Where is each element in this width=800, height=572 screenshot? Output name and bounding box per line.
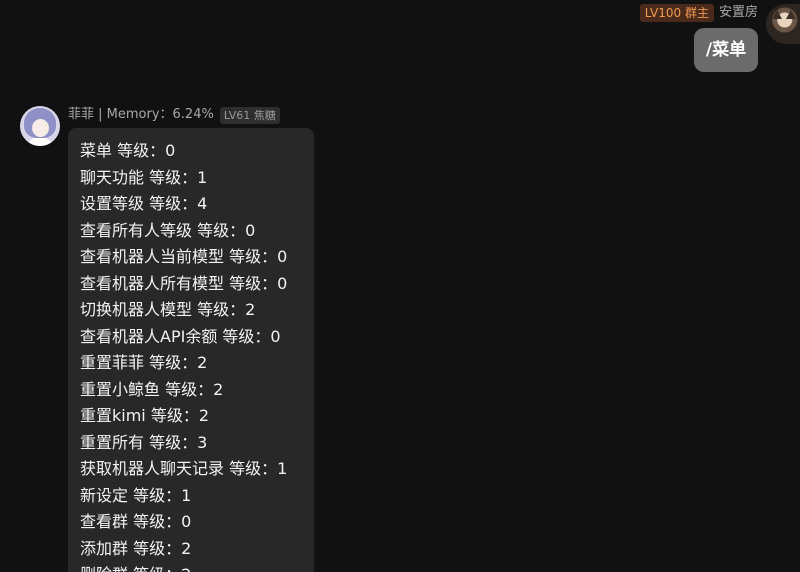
menu-line: 重置小鲸鱼 等级：2 bbox=[80, 379, 224, 399]
avatar-face-shape bbox=[32, 119, 49, 137]
avatar-ear-shape bbox=[786, 10, 796, 19]
incoming-level-badge: LV61 焦糖 bbox=[219, 106, 280, 124]
incoming-avatar[interactable] bbox=[20, 106, 60, 146]
menu-line: 获取机器人聊天记录 等级：1 bbox=[80, 459, 288, 478]
outgoing-bubble[interactable]: /菜单 bbox=[694, 28, 758, 72]
outgoing-avatar[interactable] bbox=[766, 4, 800, 44]
menu-line: 新设定 等级：1 bbox=[80, 485, 192, 505]
menu-line: 添加群 等级：2 bbox=[80, 538, 192, 558]
menu-line: 重置菲菲 等级：2 bbox=[80, 353, 208, 372]
menu-line: 查看机器人当前模型 等级：0 bbox=[80, 247, 288, 266]
outgoing-sender-name[interactable]: 安置房 bbox=[719, 4, 758, 22]
chat-window: LV100 群主 安置房 /菜单 菲菲 | Memory：6.24% LV61 … bbox=[0, 0, 800, 572]
menu-line: 重置kimi 等级：2 bbox=[80, 406, 210, 425]
menu-line: 设置等级 等级：4 bbox=[80, 194, 208, 213]
menu-line: 切换机器人模型 等级：2 bbox=[80, 300, 256, 319]
menu-line: 查看机器人API余额 等级：0 bbox=[80, 326, 281, 346]
incoming-bubble[interactable]: 菜单 等级：0 聊天功能 等级：1 设置等级 等级：4 查看所有人等级 等级：0… bbox=[68, 128, 314, 572]
avatar-body-shape bbox=[28, 138, 52, 146]
menu-line: 查看所有人等级 等级：0 bbox=[80, 220, 256, 240]
outgoing-header: LV100 群主 安置房 bbox=[639, 4, 758, 22]
menu-line: 重置所有 等级：3 bbox=[80, 432, 208, 452]
menu-line: 聊天功能 等级：1 bbox=[80, 167, 208, 187]
menu-line: 查看机器人所有模型 等级：0 bbox=[80, 273, 288, 293]
outgoing-message: LV100 群主 安置房 /菜单 bbox=[0, 0, 800, 80]
menu-line: 删除群 等级：2 bbox=[80, 562, 314, 572]
owner-level-badge: LV100 群主 bbox=[639, 4, 714, 22]
incoming-header: 菲菲 | Memory：6.24% LV61 焦糖 bbox=[68, 106, 280, 124]
menu-line: 菜单 等级：0 bbox=[80, 141, 176, 160]
avatar-ear-shape bbox=[772, 10, 782, 19]
menu-line: 查看群 等级：0 bbox=[80, 512, 192, 531]
incoming-sender-name[interactable]: 菲菲 | Memory：6.24% bbox=[68, 106, 214, 124]
